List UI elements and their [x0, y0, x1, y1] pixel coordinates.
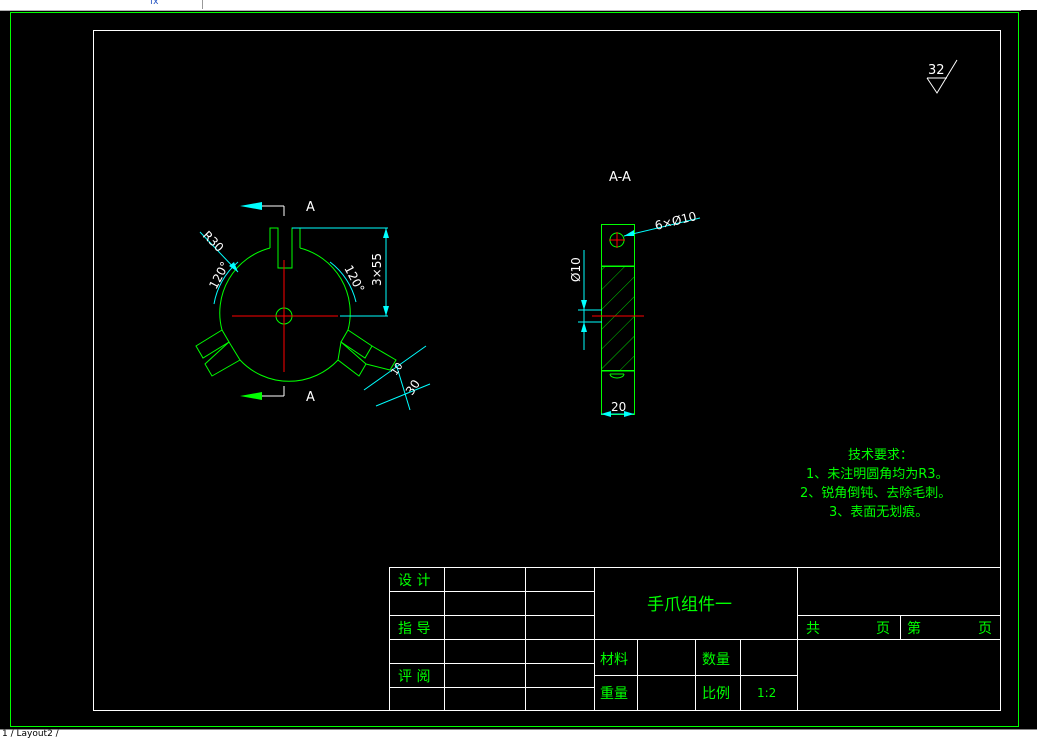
tb-total-label: 共: [806, 621, 820, 637]
section-label: A-A: [609, 170, 631, 185]
roughness-value: 32: [928, 63, 945, 78]
dim-30: 30: [403, 377, 423, 397]
tb-design-label: 设 计: [398, 573, 430, 589]
toolbar-separator: [202, 0, 203, 9]
dim-angle-right: 120°: [341, 263, 367, 295]
note-item-3: 3、表面无划痕。: [829, 504, 928, 520]
note-item-1: 1、未注明圆角均为R3。: [806, 467, 949, 482]
dim-dia10: Ø10: [569, 257, 583, 282]
fx-icon[interactable]: fx: [150, 0, 159, 7]
dim-r30: R30: [200, 228, 227, 255]
layout-tab-strip: [0, 729, 1037, 740]
section-view: [601, 224, 635, 415]
inner-frame: [93, 30, 1001, 711]
tb-weight-label: 重量: [600, 686, 628, 702]
tb-material-label: 材料: [600, 652, 628, 668]
tb-nth-label: 第: [907, 620, 921, 637]
dim-20: 20: [611, 400, 626, 414]
front-view-dim-arrows: [229, 228, 389, 316]
tb-scale-label: 比例: [702, 686, 730, 702]
tb-scale-value: 1:2: [757, 686, 776, 700]
tb-part-name: 手爪组件一: [647, 595, 732, 615]
outer-frame: [10, 12, 1019, 727]
vertical-scrollbar[interactable]: [1021, 10, 1037, 729]
cut-label-bottom: A: [306, 390, 315, 405]
drawing-canvas[interactable]: 32 A A R30 120° 120° 3×55 30 10 A-A 6×Ø1…: [0, 10, 1021, 729]
notes-heading: 技术要求：: [848, 448, 913, 463]
cut-label-top: A: [306, 200, 315, 215]
front-view-dimensions: [199, 227, 431, 411]
front-view: [195, 227, 397, 382]
dim-10-small: 10: [389, 361, 405, 378]
note-item-2: 2、锐角倒钝、去除毛刺。: [800, 486, 951, 501]
dim-angle-left: 120°: [206, 259, 232, 291]
title-block: [389, 567, 1001, 711]
dim-3x55: 3×55: [370, 253, 384, 286]
cut-arrows: [240, 202, 285, 400]
tb-review-label: 评 阅: [398, 669, 430, 685]
dim-holes: 6×Ø10: [653, 209, 698, 233]
tb-quantity-label: 数量: [702, 652, 730, 668]
tb-page-label-2: 页: [978, 621, 992, 637]
tb-guide-label: 指 导: [398, 621, 430, 637]
tb-page-label: 页: [876, 621, 890, 637]
layout-tab[interactable]: 1 / Layout2 /: [2, 729, 59, 739]
front-view-centerlines: [232, 260, 338, 372]
